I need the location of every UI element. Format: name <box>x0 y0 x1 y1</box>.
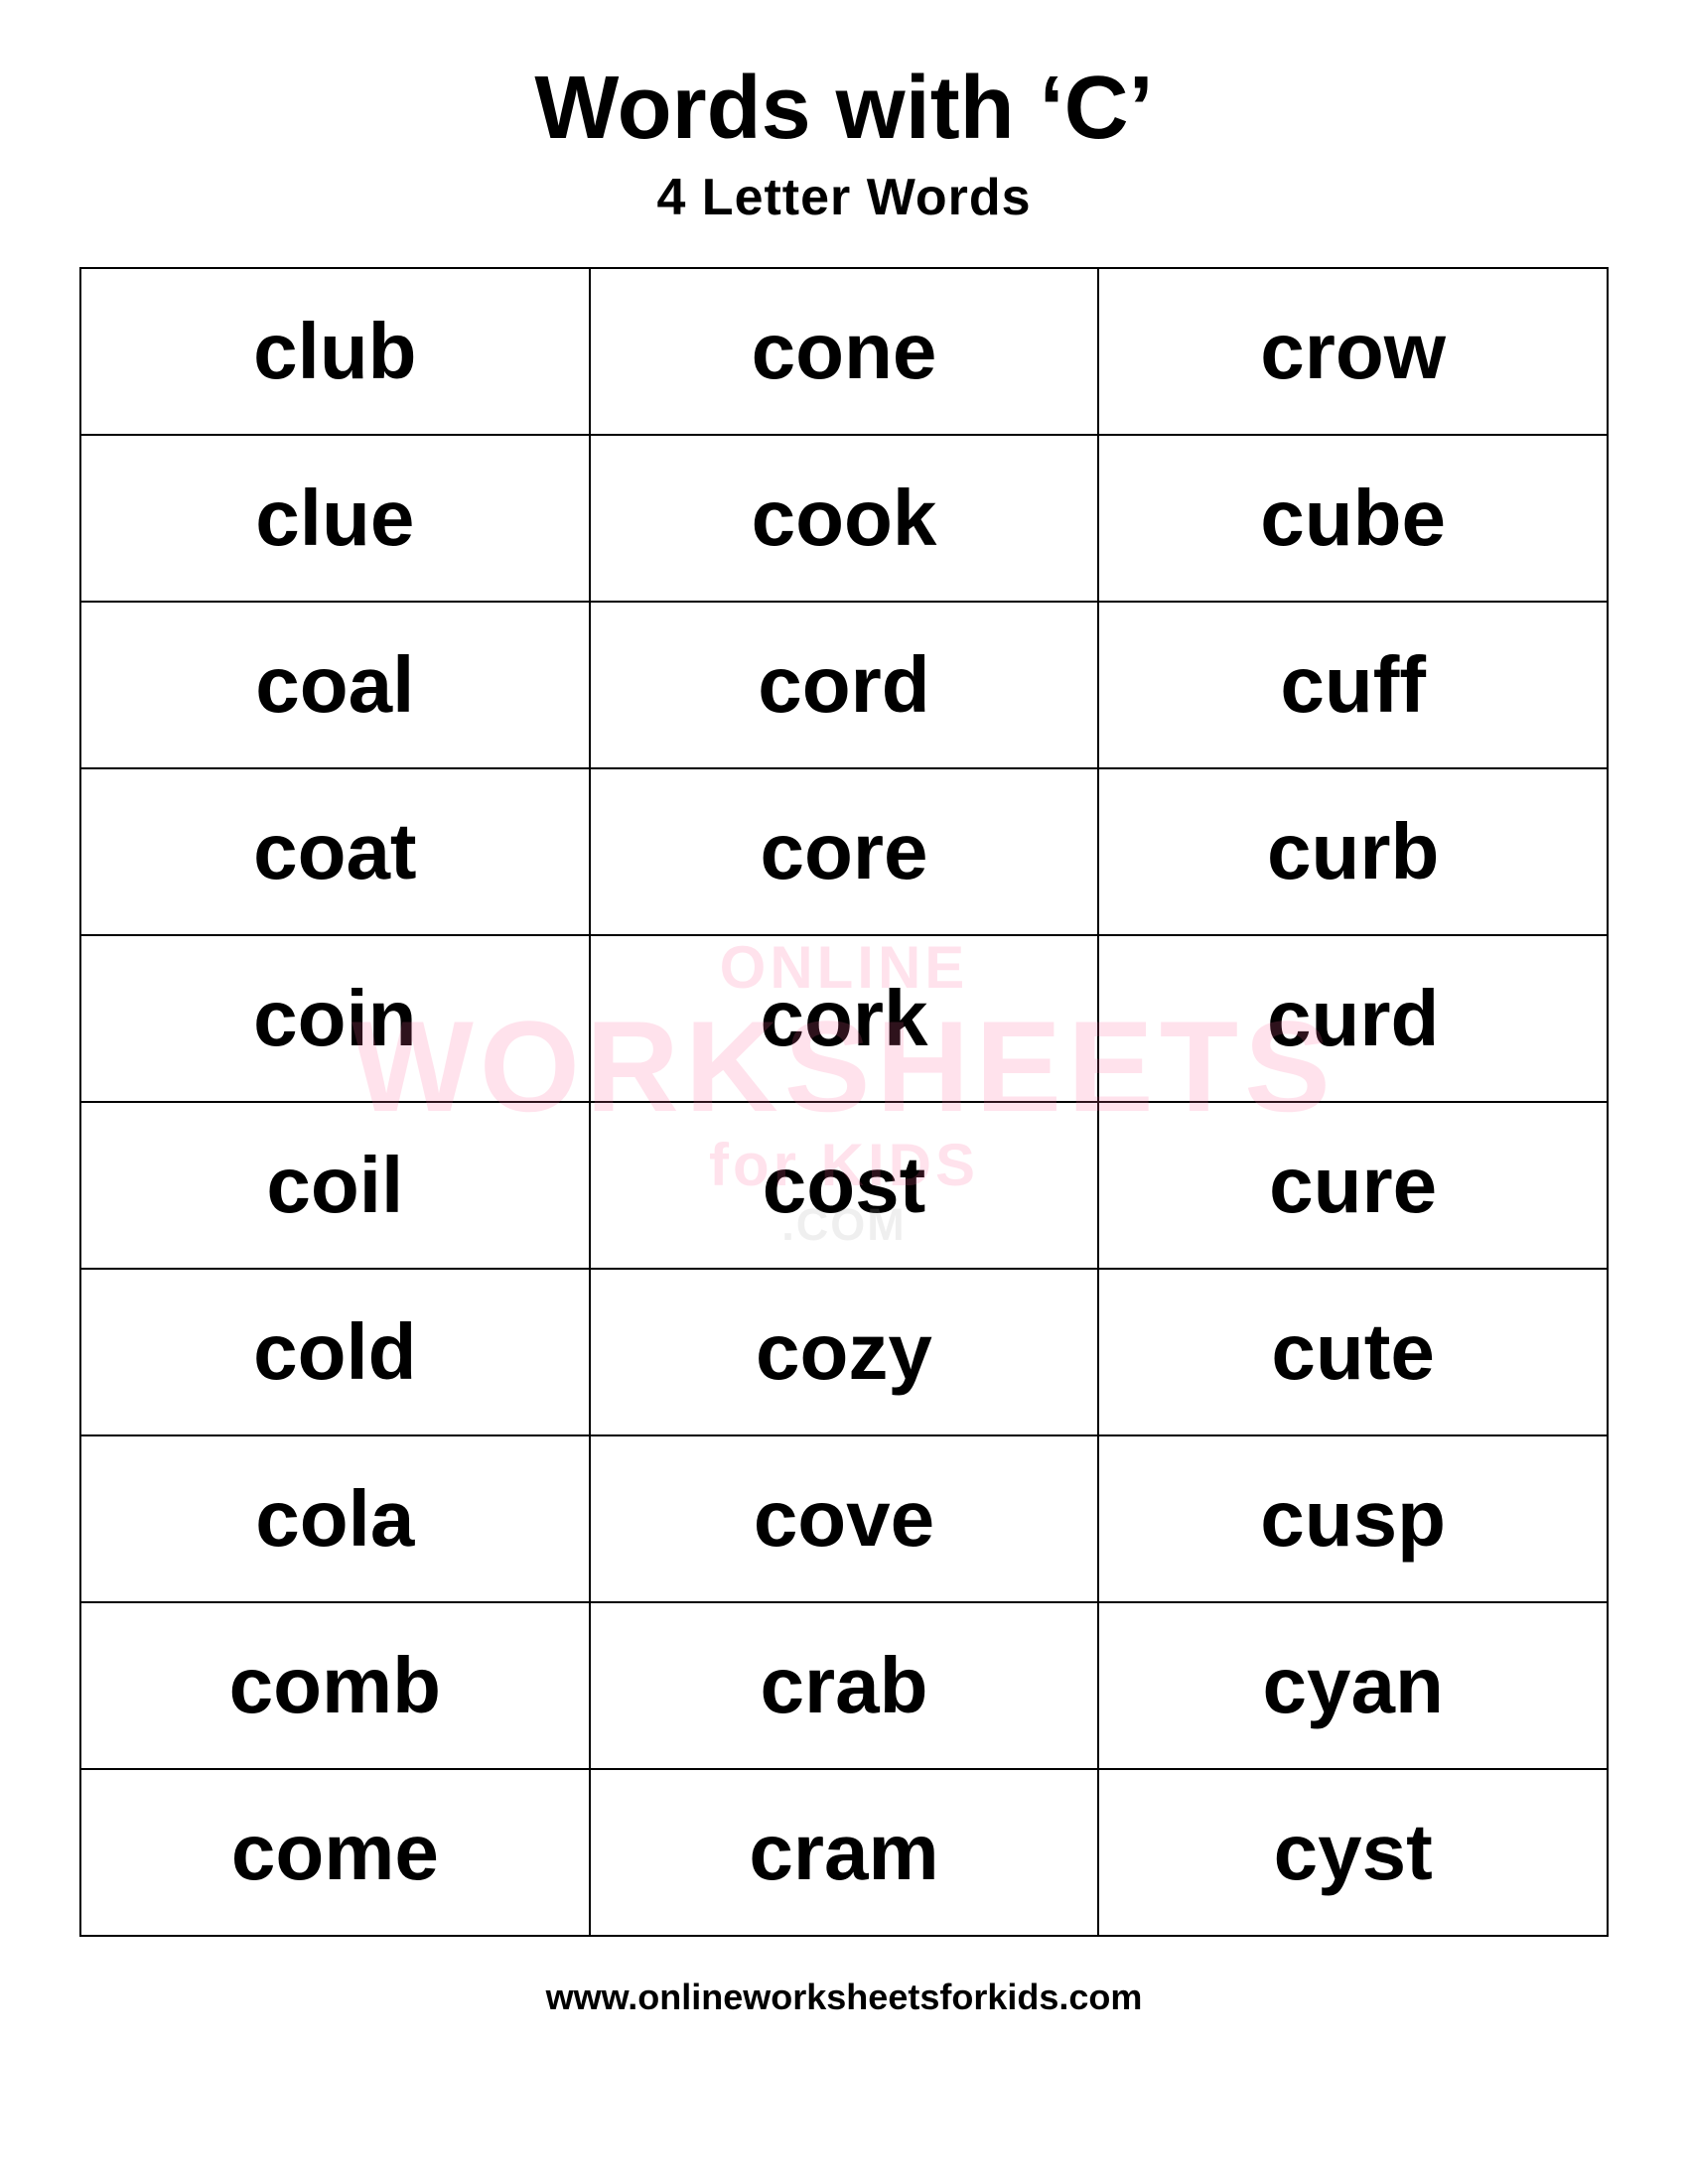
word-cell: cyst <box>1098 1769 1608 1936</box>
word-cell: club <box>80 268 590 435</box>
word-text: cozy <box>756 1307 932 1396</box>
table-row: coal cord cuff <box>80 602 1608 768</box>
word-cell: cure <box>1098 1102 1608 1269</box>
word-cell: coal <box>80 602 590 768</box>
word-text: coin <box>253 974 416 1062</box>
word-text: cook <box>752 474 937 562</box>
word-cell: cone <box>590 268 1099 435</box>
word-cell: cuff <box>1098 602 1608 768</box>
word-text: comb <box>229 1641 441 1729</box>
word-cell: cute <box>1098 1269 1608 1435</box>
page: Words with ‘C’ 4 Letter Words ONLINE WOR… <box>0 0 1688 2184</box>
word-text: core <box>760 807 927 895</box>
word-cell: coat <box>80 768 590 935</box>
word-cell: comb <box>80 1602 590 1769</box>
word-text: cove <box>754 1474 934 1563</box>
word-text: coal <box>255 640 414 729</box>
word-text: cute <box>1271 1307 1435 1396</box>
word-text: cost <box>763 1141 926 1229</box>
word-text: cram <box>749 1808 938 1896</box>
word-text: club <box>253 307 416 395</box>
table-row: comb crab cyan <box>80 1602 1608 1769</box>
word-cell: cozy <box>590 1269 1099 1435</box>
word-cell: crab <box>590 1602 1099 1769</box>
word-text: clue <box>255 474 414 562</box>
word-cell: come <box>80 1769 590 1936</box>
page-title: Words with ‘C’ <box>534 60 1153 158</box>
word-text: cusp <box>1260 1474 1446 1563</box>
word-text: cold <box>253 1307 416 1396</box>
word-text: cone <box>752 307 937 395</box>
word-table: club cone crow clue cook cube coal cord cuff coat… <box>79 267 1609 1937</box>
word-cell: curb <box>1098 768 1608 935</box>
word-text: cola <box>255 1474 414 1563</box>
table-row: clue cook cube <box>80 435 1608 602</box>
table-row: coin cork curd <box>80 935 1608 1102</box>
word-text: cord <box>758 640 929 729</box>
word-cell: curd <box>1098 935 1608 1102</box>
word-text: crab <box>760 1641 927 1729</box>
table-row: come cram cyst <box>80 1769 1608 1936</box>
word-cell: cork <box>590 935 1099 1102</box>
word-text: cyan <box>1262 1641 1443 1729</box>
table-row: cold cozy cute <box>80 1269 1608 1435</box>
word-cell: core <box>590 768 1099 935</box>
word-cell: cube <box>1098 435 1608 602</box>
word-cell: cost <box>590 1102 1099 1269</box>
word-cell: coin <box>80 935 590 1102</box>
word-cell: cove <box>590 1435 1099 1602</box>
table-row: club cone crow <box>80 268 1608 435</box>
word-text: coil <box>266 1141 403 1229</box>
word-text: coat <box>253 807 417 895</box>
word-text: curb <box>1267 807 1439 895</box>
word-cell: cold <box>80 1269 590 1435</box>
word-cell: cram <box>590 1769 1099 1936</box>
page-subtitle: 4 Letter Words <box>656 168 1031 227</box>
word-cell: cusp <box>1098 1435 1608 1602</box>
word-text: come <box>231 1808 439 1896</box>
word-text: curd <box>1267 974 1439 1062</box>
word-text: crow <box>1260 307 1446 395</box>
word-text: cork <box>760 974 927 1062</box>
footer-url: www.onlineworksheetsforkids.com <box>546 1977 1143 2018</box>
table-row: cola cove cusp <box>80 1435 1608 1602</box>
word-cell: clue <box>80 435 590 602</box>
table-row: coat core curb <box>80 768 1608 935</box>
word-text: cyst <box>1274 1808 1433 1896</box>
word-cell: crow <box>1098 268 1608 435</box>
word-text: cure <box>1269 1141 1437 1229</box>
word-cell: coil <box>80 1102 590 1269</box>
word-text: cube <box>1260 474 1446 562</box>
word-cell: cook <box>590 435 1099 602</box>
word-cell: cord <box>590 602 1099 768</box>
word-cell: cyan <box>1098 1602 1608 1769</box>
word-cell: cola <box>80 1435 590 1602</box>
table-row: coil cost cure <box>80 1102 1608 1269</box>
word-text: cuff <box>1280 640 1426 729</box>
